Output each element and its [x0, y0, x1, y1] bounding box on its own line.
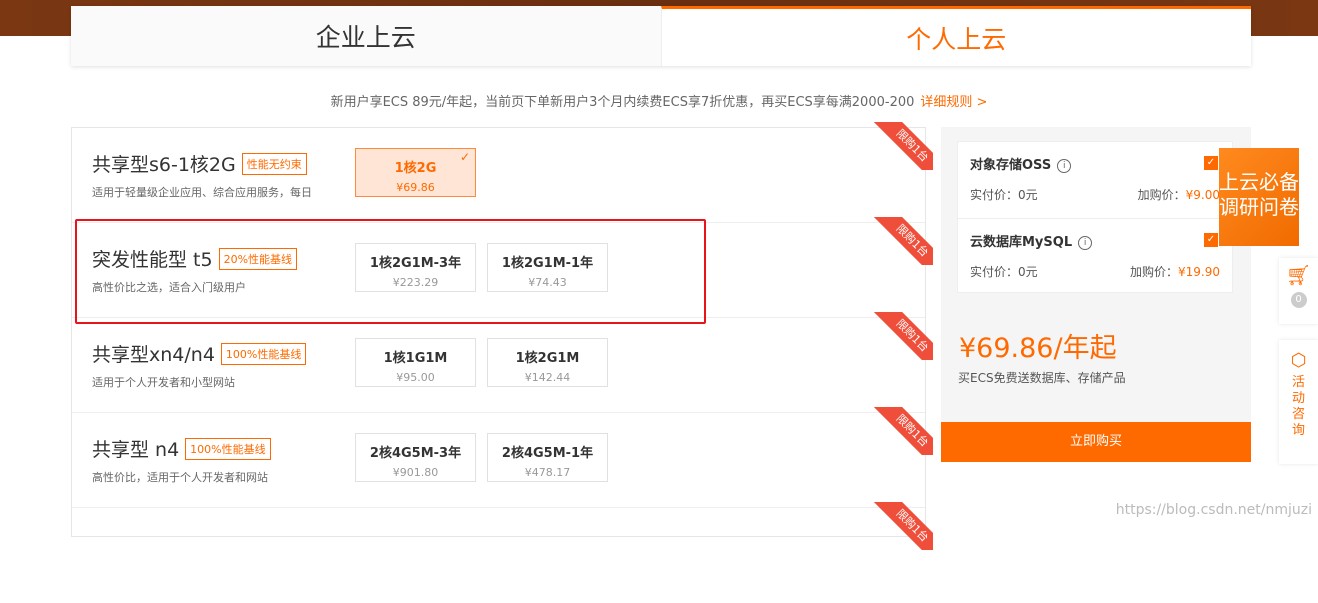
product-desc: 高性价比，适用于个人开发者和网站	[92, 471, 268, 484]
cart-icon: 🛒︎	[1285, 263, 1312, 287]
survey-banner[interactable]: 上云必备调研问卷	[1219, 148, 1299, 246]
tab-enterprise-cloud[interactable]: 企业上云	[71, 6, 661, 66]
chat-icon: ⬡	[1290, 350, 1307, 371]
product-name-wrap: 共享型s6-1核2G 性能无约束	[92, 150, 307, 177]
performance-badge: 100%性能基线	[185, 438, 271, 460]
limit-ribbon: 限购1台	[863, 217, 933, 265]
buy-now-button[interactable]: 立即购买	[941, 422, 1251, 462]
addon-checkbox[interactable]: ✓	[1204, 156, 1218, 170]
ribbon-label: 限购1台	[873, 122, 933, 170]
rules-link[interactable]: 详细规则 >	[920, 95, 987, 110]
spec-price: ¥478.17	[524, 466, 571, 479]
product-name-wrap: 共享型xn4/n4 100%性能基线	[92, 340, 307, 367]
addon-box: 对象存储OSS i ✓ 实付价：0元 加购价：¥9.00 云数据库MySQL i ✓…	[957, 141, 1233, 293]
spec-option[interactable]: 1核1G1M ¥95.00	[355, 338, 476, 387]
addon-checkbox[interactable]: ✓	[1204, 233, 1218, 247]
product-name: 共享型 n4	[92, 439, 180, 461]
ribbon-label: 限购1台	[873, 407, 933, 455]
addon-add-price-wrap: 加购价：¥9.00	[1138, 186, 1220, 203]
addon-row-oss: 对象存储OSS i ✓ 实付价：0元 加购价：¥9.00	[958, 142, 1232, 218]
tab-bar: 企业上云 个人上云	[71, 6, 1251, 66]
spec-label: 1核2G1M	[515, 351, 580, 366]
spec-option[interactable]: 2核4G5M-1年 ¥478.17	[487, 433, 608, 482]
total-price: ¥69.86/年起	[959, 333, 1117, 364]
spec-option[interactable]: 2核4G5M-3年 ¥901.80	[355, 433, 476, 482]
cart-button[interactable]: 🛒︎ 0	[1279, 258, 1318, 324]
ribbon-label: 限购1台	[873, 217, 933, 265]
product-name: 共享型s6-1核2G	[92, 154, 236, 176]
spec-option-selected[interactable]: ✓ 1核2G ¥69.86	[355, 148, 476, 197]
addon-add-price: ¥9.00	[1185, 188, 1220, 202]
order-summary-panel: 对象存储OSS i ✓ 实付价：0元 加购价：¥9.00 云数据库MySQL i ✓…	[941, 127, 1251, 462]
product-name: 共享型xn4/n4	[92, 344, 215, 366]
ribbon-label: 限购1台	[873, 502, 933, 550]
consult-label: 活动咨询	[1291, 375, 1305, 438]
addon-row-mysql: 云数据库MySQL i ✓ 实付价：0元 加购价：¥19.90	[958, 218, 1232, 294]
spec-price: ¥95.00	[396, 371, 435, 384]
addon-paid-price: 实付价：0元	[970, 265, 1038, 279]
limit-ribbon: 限购1台	[863, 407, 933, 455]
spec-label: 1核1G1M	[383, 351, 448, 366]
activity-consult-button[interactable]: ⬡ 活动咨询	[1279, 340, 1318, 464]
spec-price: ¥142.44	[524, 371, 571, 384]
addon-add-price-wrap: 加购价：¥19.90	[1130, 263, 1220, 280]
spec-option[interactable]: 1核2G1M ¥142.44	[487, 338, 608, 387]
spec-label: 2核4G5M-1年	[501, 446, 594, 461]
addon-add-price: ¥19.90	[1178, 265, 1220, 279]
watermark: https://blog.csdn.net/nmjuzi	[1115, 502, 1312, 518]
addon-paid-price: 实付价：0元	[970, 188, 1038, 202]
product-desc: 适用于轻量级企业应用、综合应用服务，每日	[92, 186, 312, 199]
addon-add-label: 加购价：	[1137, 188, 1186, 202]
addon-name: 对象存储OSS	[970, 158, 1052, 173]
product-row: 共享型xn4/n4 100%性能基线 适用于个人开发者和小型网站 1核1G1M ¥…	[72, 312, 933, 413]
product-row: 限购1台	[72, 502, 933, 603]
check-icon: ✓	[459, 150, 470, 164]
limit-ribbon: 限购1台	[863, 122, 933, 170]
info-icon[interactable]: i	[1078, 236, 1093, 250]
addon-name: 云数据库MySQL	[970, 235, 1073, 250]
spec-price: ¥901.80	[392, 466, 439, 479]
spec-label: 1核2G	[394, 161, 437, 176]
performance-badge: 性能无约束	[241, 153, 307, 175]
spec-price: ¥69.86	[396, 181, 435, 194]
performance-badge: 100%性能基线	[220, 343, 307, 365]
cart-count: 0	[1290, 292, 1307, 308]
product-desc: 适用于个人开发者和小型网站	[92, 376, 235, 389]
tab-personal-cloud[interactable]: 个人上云	[660, 6, 1251, 66]
info-icon[interactable]: i	[1057, 159, 1072, 173]
product-name-wrap: 共享型 n4 100%性能基线	[92, 435, 271, 462]
promo-banner: 新用户享ECS 89元/年起，当前页下单新用户3个月内续费ECS享7折优惠，再买…	[0, 91, 1318, 110]
addon-add-label: 加购价：	[1129, 265, 1178, 279]
spec-label: 2核4G5M-3年	[369, 446, 462, 461]
promo-text: 新用户享ECS 89元/年起，当前页下单新用户3个月内续费ECS享7折优惠，再买…	[330, 95, 915, 110]
price-note: 买ECS免费送数据库、存储产品	[958, 371, 1126, 385]
product-list: 共享型s6-1核2G 性能无约束 适用于轻量级企业应用、综合应用服务，每日 ✓ 1…	[71, 122, 933, 550]
product-row: 共享型s6-1核2G 性能无约束 适用于轻量级企业应用、综合应用服务，每日 ✓ 1…	[72, 122, 933, 223]
product-row: 共享型 n4 100%性能基线 高性价比，适用于个人开发者和网站 2核4G5M-3…	[72, 407, 933, 508]
limit-ribbon: 限购1台	[863, 312, 933, 360]
limit-ribbon: 限购1台	[863, 502, 933, 550]
ribbon-label: 限购1台	[873, 312, 933, 360]
annotation-highlight-box	[75, 219, 706, 324]
